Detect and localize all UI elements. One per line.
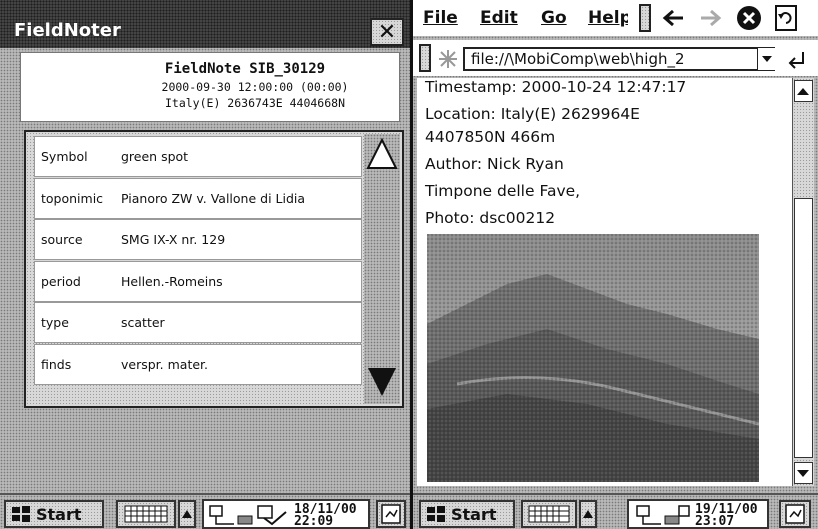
keyboard-icon — [528, 505, 570, 523]
attribute-rows: Symbol green spot toponimic Pianoro ZW v… — [34, 136, 362, 385]
arrow-right-icon[interactable] — [697, 5, 723, 31]
keyboard-icon — [124, 505, 168, 523]
keyboard-button[interactable] — [521, 500, 577, 528]
address-bar: file://\MobiComp\web\high_2 — [413, 40, 818, 76]
attribute-row[interactable]: toponimic Pianoro ZW v. Vallone di Lidia — [34, 177, 362, 219]
arrow-left-icon[interactable] — [661, 5, 687, 31]
popup-icon — [381, 504, 401, 524]
attribute-row[interactable]: period Hellen.-Romeins — [34, 260, 362, 302]
window-title: FieldNoter — [14, 20, 121, 41]
menu-edit[interactable]: Edit — [480, 8, 518, 28]
address-dropdown[interactable] — [757, 48, 775, 70]
scroll-up-button[interactable] — [794, 80, 813, 102]
landscape-photo[interactable] — [427, 234, 759, 482]
triangle-down-icon — [368, 368, 396, 396]
vertical-scrollbar[interactable] — [364, 134, 400, 404]
keyboard-button[interactable] — [116, 500, 176, 528]
go-icon[interactable] — [785, 48, 809, 72]
attribute-key: Symbol — [41, 149, 88, 164]
address-grip[interactable] — [419, 44, 431, 72]
attribute-key: source — [41, 232, 83, 247]
address-input[interactable]: file://\MobiComp\web\high_2 — [463, 47, 775, 71]
scroll-up-button[interactable] — [366, 136, 398, 172]
start-label: Start — [36, 504, 82, 524]
attribute-value: verspr. mater. — [121, 356, 209, 372]
start-label: Start — [451, 504, 497, 524]
star-icon[interactable] — [437, 48, 459, 70]
menu-help[interactable]: Help — [588, 8, 628, 28]
fieldnote-id: FieldNote SIB_30129 — [164, 61, 326, 77]
system-tray: 19/11/00 23:07 — [627, 499, 769, 529]
toolbar-grip[interactable] — [639, 4, 651, 32]
attribute-value: Hellen.-Romeins — [121, 273, 223, 289]
attribute-value: scatter — [121, 315, 165, 330]
popup-icon — [785, 504, 805, 524]
scroll-down-button[interactable] — [794, 462, 813, 484]
triangle-up-icon — [366, 137, 398, 169]
popup-button[interactable] — [779, 500, 811, 528]
timestamp-text: Timestamp: 2000-10-24 12:47:17 — [425, 78, 687, 96]
attribute-row[interactable]: type scatter — [34, 302, 362, 343]
tray-time: 22:09 — [294, 514, 334, 529]
attribute-grid: Symbol green spot toponimic Pianoro ZW v… — [24, 130, 404, 408]
attribute-key: period — [41, 273, 81, 289]
page-scrollbar[interactable] — [792, 78, 814, 486]
fieldnote-location: Italy(E) 2636743E 4404668N — [164, 96, 345, 110]
author-text: Author: Nick Ryan — [425, 155, 564, 173]
title-bar: FieldNoter ✕ — [0, 0, 410, 48]
page-content: Timestamp: 2000-10-24 12:47:17 Location:… — [417, 78, 792, 486]
pocket-ie-window: File Edit Go Help file://\MobiComp\web\h… — [413, 0, 818, 529]
close-button[interactable]: ✕ — [370, 18, 404, 46]
chevron-down-icon — [797, 470, 809, 477]
scroll-down-button[interactable] — [366, 364, 398, 400]
windows-logo-icon — [12, 506, 30, 522]
attribute-value: Pianoro ZW v. Vallone di Lidia — [121, 190, 306, 206]
network-icon[interactable] — [633, 502, 693, 528]
scroll-thumb[interactable] — [794, 198, 813, 458]
place-text: Timpone delle Fave, — [425, 182, 581, 200]
chevron-up-icon — [182, 510, 192, 518]
stop-icon[interactable] — [735, 4, 763, 32]
menu-file[interactable]: File — [423, 8, 458, 28]
chevron-down-icon — [761, 56, 772, 62]
attribute-value: SMG IX-X nr. 129 — [121, 232, 226, 247]
popup-button[interactable] — [376, 500, 406, 528]
start-button[interactable]: Start — [419, 500, 515, 528]
location-line-1: Location: Italy(E) 2629964E — [425, 105, 640, 123]
fieldnote-datetime: 2000-09-30 12:00:00 (00:00) — [161, 80, 349, 94]
fieldnoter-window: FieldNoter ✕ FieldNote SIB_30129 2000-09… — [0, 0, 413, 529]
menu-bar: File Edit Go Help — [413, 0, 818, 36]
attribute-row[interactable]: source SMG IX-X nr. 129 — [34, 219, 362, 260]
windows-logo-icon — [427, 506, 445, 522]
attribute-row[interactable]: Symbol green spot — [34, 136, 362, 177]
chevron-up-icon — [797, 88, 809, 95]
location-line-2: 4407850N 466m — [425, 128, 556, 146]
photo-caption: Photo: dsc00212 — [425, 209, 556, 227]
tray-time: 23:07 — [695, 514, 735, 529]
system-tray: 18/11/00 22:09 — [202, 499, 370, 529]
taskbar: Start 19/11/00 23:07 — [413, 493, 818, 529]
keyboard-menu-button[interactable] — [178, 500, 196, 528]
start-button[interactable]: Start — [4, 500, 104, 528]
close-icon: ✕ — [377, 19, 397, 45]
fieldnote-header: FieldNote SIB_30129 2000-09-30 12:00:00 … — [20, 52, 400, 122]
attribute-key: toponimic — [41, 190, 104, 206]
network-icon[interactable] — [206, 502, 292, 528]
attribute-key: finds — [41, 356, 72, 372]
taskbar: Start 18/11/00 22:09 — [0, 493, 410, 529]
attribute-row[interactable]: finds verspr. mater. — [34, 343, 362, 385]
keyboard-menu-button[interactable] — [579, 500, 597, 528]
attribute-key: type — [41, 315, 69, 330]
menu-go[interactable]: Go — [541, 8, 567, 28]
attribute-value: green spot — [121, 149, 189, 164]
chevron-up-icon — [583, 510, 593, 518]
refresh-icon[interactable] — [773, 4, 799, 32]
